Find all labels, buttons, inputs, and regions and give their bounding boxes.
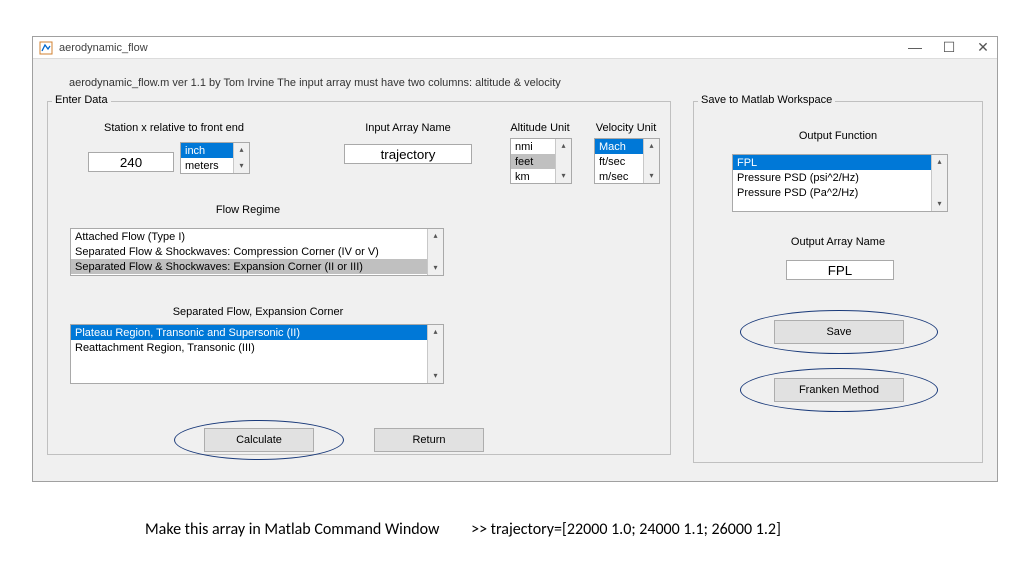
save-button[interactable]: Save (774, 320, 904, 344)
chevron-down-icon[interactable]: ▾ (428, 261, 443, 275)
window-body: aerodynamic_flow.m ver 1.1 by Tom Irvine… (33, 59, 997, 481)
flow-regime-label: Flow Regime (198, 204, 298, 216)
franken-method-button[interactable]: Franken Method (774, 378, 904, 402)
save-panel: Save to Matlab Workspace Output Function… (693, 101, 983, 463)
chevron-down-icon[interactable]: ▾ (644, 169, 659, 183)
close-icon[interactable]: ✕ (975, 39, 991, 56)
scrollbar[interactable]: ▴▾ (643, 139, 659, 183)
station-label: Station x relative to front end (94, 122, 254, 134)
output-function-label: Output Function (694, 130, 982, 142)
info-line: aerodynamic_flow.m ver 1.1 by Tom Irvine… (69, 77, 561, 89)
titlebar: aerodynamic_flow — ☐ ✕ (33, 37, 997, 59)
output-function-listbox[interactable]: FPL Pressure PSD (psi^2/Hz) Pressure PSD… (732, 154, 948, 212)
app-icon (39, 41, 53, 55)
input-array-label: Input Array Name (348, 122, 468, 134)
application-window: aerodynamic_flow — ☐ ✕ aerodynamic_flow.… (32, 36, 998, 482)
save-panel-legend: Save to Matlab Workspace (698, 94, 835, 106)
list-item[interactable]: FPL (733, 155, 947, 170)
window-controls: — ☐ ✕ (907, 39, 991, 56)
scrollbar[interactable]: ▴▾ (931, 155, 947, 211)
scrollbar[interactable]: ▴▾ (555, 139, 571, 183)
chevron-down-icon[interactable]: ▾ (932, 197, 947, 211)
scrollbar[interactable]: ▴▾ (427, 229, 443, 275)
chevron-up-icon[interactable]: ▴ (556, 139, 571, 153)
velocity-unit-label: Velocity Unit (590, 122, 662, 134)
chevron-up-icon[interactable]: ▴ (644, 139, 659, 153)
list-item[interactable]: Pressure PSD (Pa^2/Hz) (733, 185, 947, 200)
chevron-up-icon[interactable]: ▴ (428, 325, 443, 339)
slide-caption: Make this array in Matlab Command Window… (145, 520, 781, 539)
return-button[interactable]: Return (374, 428, 484, 452)
chevron-up-icon[interactable]: ▴ (428, 229, 443, 243)
station-input[interactable] (88, 152, 174, 172)
flow-regime-listbox[interactable]: Attached Flow (Type I) Separated Flow & … (70, 228, 444, 276)
chevron-down-icon[interactable]: ▾ (556, 169, 571, 183)
output-array-label: Output Array Name (694, 236, 982, 248)
list-item[interactable]: Reattachment Region, Transonic (III) (71, 340, 443, 355)
velocity-unit-listbox[interactable]: Mach ft/sec m/sec ▴▾ (594, 138, 660, 184)
output-array-input[interactable] (786, 260, 894, 280)
chevron-up-icon[interactable]: ▴ (932, 155, 947, 169)
altitude-unit-listbox[interactable]: nmi feet km ▴▾ (510, 138, 572, 184)
scrollbar[interactable]: ▴▾ (233, 143, 249, 173)
enter-data-legend: Enter Data (52, 94, 111, 106)
window-title: aerodynamic_flow (59, 42, 907, 54)
list-item[interactable]: Pressure PSD (psi^2/Hz) (733, 170, 947, 185)
list-item[interactable]: Plateau Region, Transonic and Supersonic… (71, 325, 443, 340)
list-item[interactable]: Separated Flow & Shockwaves: Compression… (71, 244, 443, 259)
caption-text: Make this array in Matlab Command Window (145, 520, 439, 539)
input-array-input[interactable] (344, 144, 472, 164)
calculate-button[interactable]: Calculate (204, 428, 314, 452)
station-unit-listbox[interactable]: inch meters ▴▾ (180, 142, 250, 174)
chevron-down-icon[interactable]: ▾ (234, 159, 249, 173)
enter-data-panel: Enter Data Station x relative to front e… (47, 101, 671, 455)
sep-flow-label: Separated Flow, Expansion Corner (158, 306, 358, 318)
maximize-icon[interactable]: ☐ (941, 39, 957, 56)
altitude-unit-label: Altitude Unit (504, 122, 576, 134)
sep-flow-listbox[interactable]: Plateau Region, Transonic and Supersonic… (70, 324, 444, 384)
caption-code: >> trajectory=[22000 1.0; 24000 1.1; 260… (471, 520, 781, 539)
list-item[interactable]: Attached Flow (Type I) (71, 229, 443, 244)
chevron-up-icon[interactable]: ▴ (234, 143, 249, 157)
minimize-icon[interactable]: — (907, 39, 923, 56)
chevron-down-icon[interactable]: ▾ (428, 369, 443, 383)
scrollbar[interactable]: ▴▾ (427, 325, 443, 383)
list-item[interactable]: Separated Flow & Shockwaves: Expansion C… (71, 259, 443, 274)
